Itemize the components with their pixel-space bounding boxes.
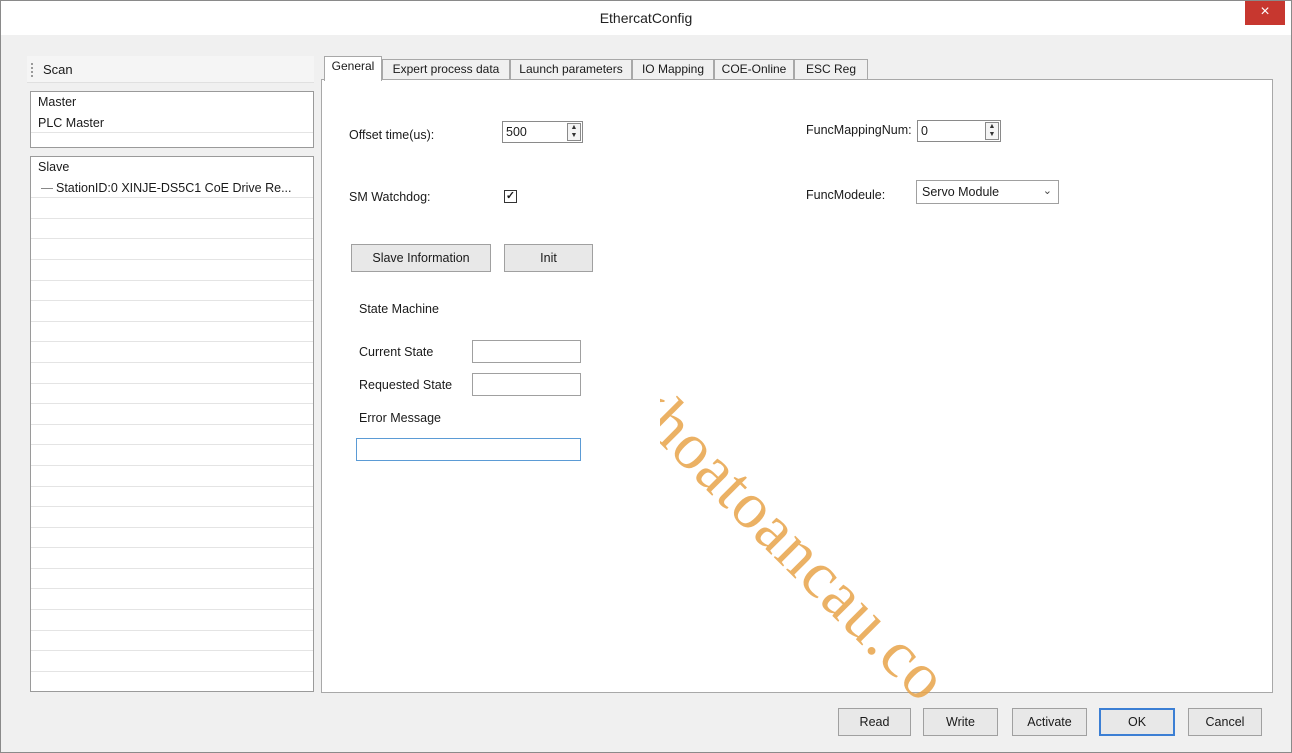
offset-time-label: Offset time(us): — [349, 128, 435, 142]
list-item — [31, 589, 313, 611]
list-item — [31, 198, 313, 219]
slave-list: Slave StationID:0 XINJE-DS5C1 CoE Drive … — [30, 156, 314, 692]
list-item — [31, 507, 313, 528]
tab-coe-online[interactable]: COE-Online — [714, 59, 794, 80]
master-header: Master — [38, 95, 77, 109]
tree-connector-icon — [41, 187, 53, 189]
func-module-label: FuncModeule: — [806, 188, 886, 202]
sm-watchdog-checkbox[interactable]: ✓ — [504, 190, 517, 203]
cancel-button[interactable]: Cancel — [1188, 708, 1262, 736]
slave-information-button[interactable]: Slave Information — [351, 244, 491, 272]
scan-button[interactable]: Scan — [43, 62, 73, 77]
offset-time-value: 500 — [506, 125, 527, 139]
list-item-plc-master[interactable]: PLC Master — [31, 113, 313, 134]
list-item — [31, 487, 313, 508]
init-button[interactable]: Init — [504, 244, 593, 272]
list-item — [31, 363, 313, 384]
offset-time-stepper[interactable]: 500 ▲ ▼ — [502, 121, 583, 143]
list-item — [31, 301, 313, 322]
activate-button[interactable]: Activate — [1012, 708, 1087, 736]
tab-esc-reg[interactable]: ESC Reg — [794, 59, 868, 80]
func-mapping-num-value: 0 — [921, 124, 928, 138]
error-message-field[interactable] — [356, 438, 581, 461]
close-button[interactable]: × — [1245, 1, 1285, 25]
toolbar-grip-icon[interactable] — [31, 63, 34, 77]
list-item — [31, 322, 313, 343]
left-panel: Scan Master PLC Master Slave StationID:0… — [27, 56, 314, 692]
current-state-label: Current State — [359, 345, 434, 359]
list-item — [31, 548, 313, 569]
state-machine-label: State Machine — [359, 302, 439, 316]
list-item — [31, 384, 313, 405]
list-item — [31, 610, 313, 631]
error-message-label: Error Message — [359, 411, 441, 425]
list-item-slave-station-0[interactable]: StationID:0 XINJE-DS5C1 CoE Drive Re... — [31, 178, 313, 199]
func-mapping-num-label: FuncMappingNum: — [806, 123, 912, 137]
list-item — [31, 260, 313, 281]
chevron-down-icon: ⌄ — [1042, 185, 1052, 197]
title-bar: EthercatConfig × — [1, 1, 1291, 35]
func-mapping-num-stepper[interactable]: 0 ▲ ▼ — [917, 120, 1001, 142]
ethercat-config-window: EthercatConfig × Scan Master PLC Master … — [0, 0, 1292, 753]
requested-state-field[interactable] — [472, 373, 581, 396]
list-item — [31, 239, 313, 260]
sm-watchdog-label: SM Watchdog: — [349, 190, 431, 204]
window-title: EthercatConfig — [599, 10, 693, 26]
tab-io-mapping[interactable]: IO Mapping — [632, 59, 714, 80]
current-state-field[interactable] — [472, 340, 581, 363]
tab-launch-parameters[interactable]: Launch parameters — [510, 59, 632, 80]
write-button[interactable]: Write — [923, 708, 998, 736]
list-item — [31, 528, 313, 549]
checkmark-icon: ✓ — [505, 190, 516, 202]
requested-state-label: Requested State — [359, 378, 453, 392]
list-item — [31, 425, 313, 446]
master-list: Master PLC Master — [30, 91, 314, 148]
tab-expert-process-data[interactable]: Expert process data — [382, 59, 510, 80]
func-module-value: Servo Module — [922, 185, 1000, 199]
list-item — [31, 631, 313, 652]
list-item — [31, 281, 313, 302]
list-item — [31, 342, 313, 363]
tab-general[interactable]: General — [324, 56, 382, 81]
spinner-arrows-icon[interactable]: ▲ ▼ — [985, 122, 999, 140]
list-item — [31, 672, 313, 691]
scan-toolbar: Scan — [27, 56, 314, 83]
func-module-select[interactable]: Servo Module ⌄ — [916, 180, 1059, 204]
list-item — [31, 404, 313, 425]
slave-station-label: StationID:0 XINJE-DS5C1 CoE Drive Re... — [56, 180, 292, 195]
general-tab-panel: Offset time(us): 500 ▲ ▼ SM Watchdog: ✓ S… — [321, 79, 1273, 693]
slave-header: Slave — [38, 160, 70, 174]
read-button[interactable]: Read — [838, 708, 911, 736]
list-item — [31, 651, 313, 672]
list-item — [31, 466, 313, 487]
list-item — [31, 569, 313, 590]
spinner-arrows-icon[interactable]: ▲ ▼ — [567, 123, 581, 141]
list-item — [31, 219, 313, 240]
list-item — [31, 445, 313, 466]
ok-button[interactable]: OK — [1099, 708, 1175, 736]
